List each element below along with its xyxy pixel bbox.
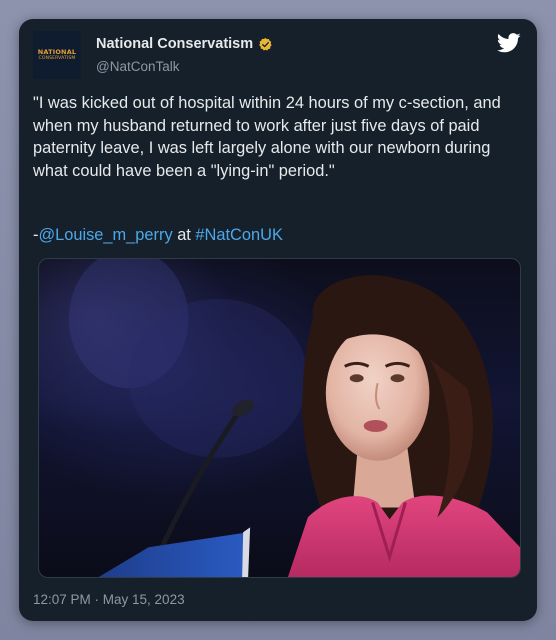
tweet-timestamp[interactable]: 12:07 PM · May 15, 2023 <box>33 592 185 607</box>
tweet-credit: -@Louise_m_perry at #NatConUK <box>33 224 283 246</box>
twitter-bird-icon[interactable] <box>497 33 521 53</box>
tweet-header: NATIONAL CONSERVATISM National Conservat… <box>33 31 523 87</box>
display-name[interactable]: National Conservatism <box>96 36 253 52</box>
credit-middle: at <box>172 226 196 244</box>
avatar[interactable]: NATIONAL CONSERVATISM <box>33 31 81 79</box>
verified-badge-icon <box>259 37 272 50</box>
author-name-line: National Conservatism <box>96 36 273 52</box>
avatar-logo-line1: NATIONAL <box>37 47 77 56</box>
tweet-card: NATIONAL CONSERVATISM National Conservat… <box>19 19 537 621</box>
mention-link[interactable]: @Louise_m_perry <box>38 226 172 244</box>
avatar-logo-line2: CONSERVATISM <box>38 55 76 61</box>
user-handle[interactable]: @NatConTalk <box>96 59 180 74</box>
tweet-text: "I was kicked out of hospital within 24 … <box>33 94 501 180</box>
photo-image <box>68 259 520 577</box>
tweet-photo[interactable] <box>38 258 521 578</box>
hashtag-link[interactable]: #NatConUK <box>195 226 282 244</box>
